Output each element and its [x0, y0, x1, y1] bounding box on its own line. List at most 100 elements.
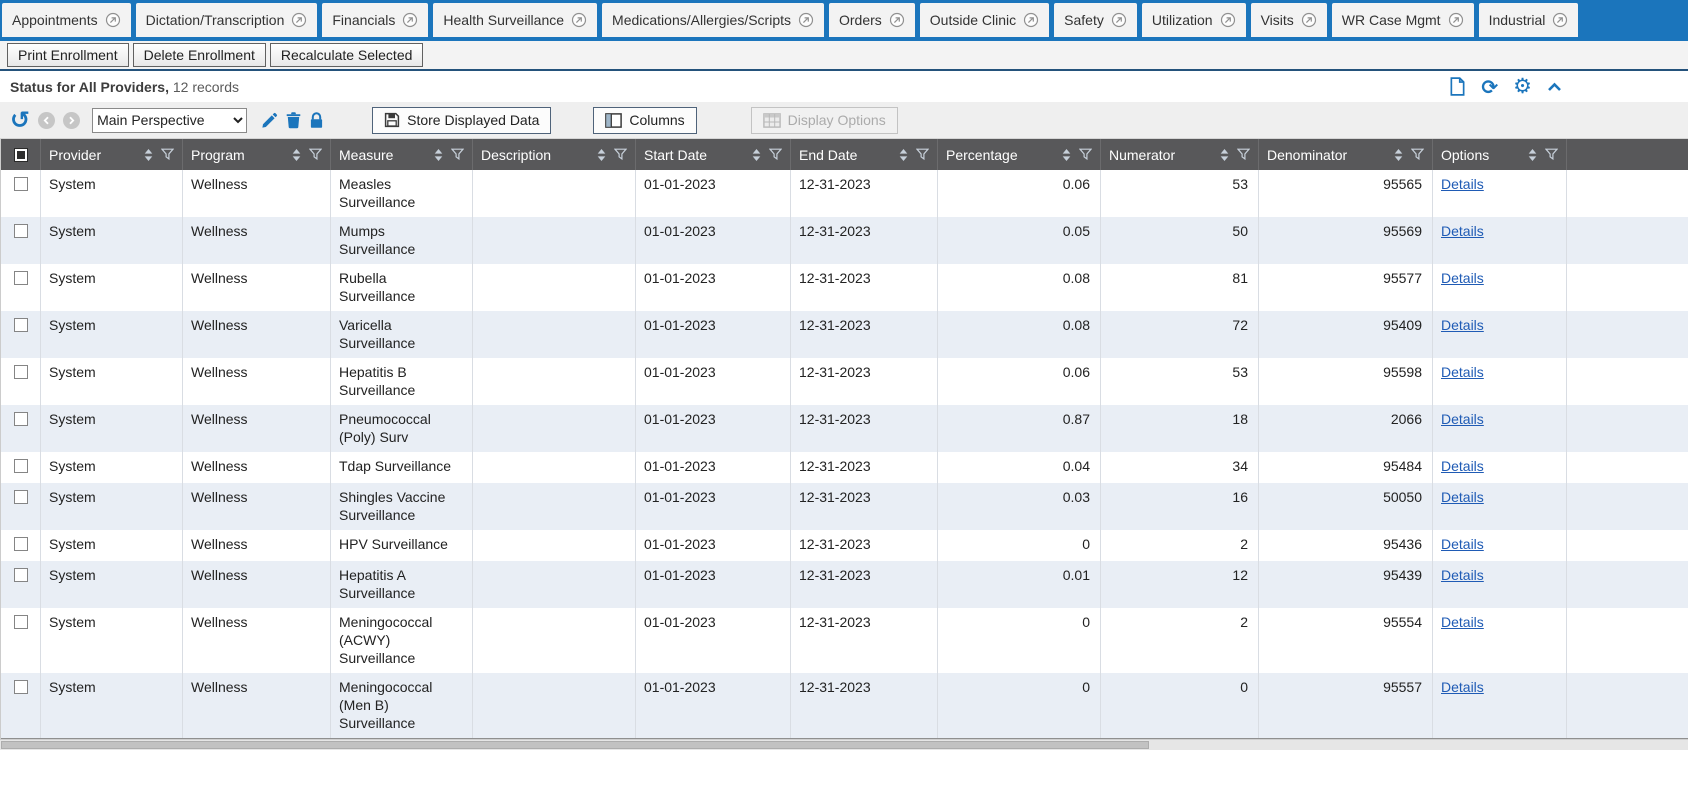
column-header-end_date[interactable]: End Date [791, 139, 938, 170]
new-document-icon[interactable] [1449, 77, 1466, 96]
open-in-new-window-icon[interactable] [1448, 12, 1464, 28]
details-link[interactable]: Details [1441, 176, 1484, 192]
sort-icon[interactable] [1527, 148, 1538, 162]
filter-icon[interactable] [916, 148, 929, 161]
refresh-icon[interactable]: ⟳ [1481, 77, 1498, 97]
filter-icon[interactable] [451, 148, 464, 161]
open-in-new-window-icon[interactable] [1023, 12, 1039, 28]
open-in-new-window-icon[interactable] [1220, 12, 1236, 28]
row-checkbox[interactable] [14, 271, 28, 285]
filter-icon[interactable] [614, 148, 627, 161]
column-header-options[interactable]: Options [1433, 139, 1567, 170]
lock-icon[interactable] [309, 112, 324, 129]
tab-appointments[interactable]: Appointments [2, 3, 131, 37]
row-checkbox[interactable] [14, 680, 28, 694]
tab-health-surveillance[interactable]: Health Surveillance [433, 3, 597, 37]
sort-icon[interactable] [1219, 148, 1230, 162]
column-header-numerator[interactable]: Numerator [1101, 139, 1259, 170]
tab-industrial[interactable]: Industrial [1479, 3, 1579, 37]
tab-financials[interactable]: Financials [322, 3, 428, 37]
delete-enrollment-button[interactable]: Delete Enrollment [133, 43, 266, 67]
details-link[interactable]: Details [1441, 317, 1484, 333]
open-in-new-window-icon[interactable] [1301, 12, 1317, 28]
sort-icon[interactable] [433, 148, 444, 162]
open-in-new-window-icon[interactable] [402, 12, 418, 28]
details-link[interactable]: Details [1441, 536, 1484, 552]
filter-icon[interactable] [309, 148, 322, 161]
print-enrollment-button[interactable]: Print Enrollment [7, 43, 129, 67]
open-in-new-window-icon[interactable] [291, 12, 307, 28]
column-header-percentage[interactable]: Percentage [938, 139, 1101, 170]
row-checkbox[interactable] [14, 224, 28, 238]
tab-visits[interactable]: Visits [1251, 3, 1327, 37]
column-header-start_date[interactable]: Start Date [636, 139, 791, 170]
tab-dictation-transcription[interactable]: Dictation/Transcription [136, 3, 318, 37]
column-header-provider[interactable]: Provider [41, 139, 183, 170]
cell-description [473, 217, 636, 264]
recalculate-selected-button[interactable]: Recalculate Selected [270, 43, 424, 67]
history-back-button[interactable] [38, 112, 55, 129]
edit-pencil-icon[interactable] [261, 112, 278, 129]
tab-medications-allergies-scripts[interactable]: Medications/Allergies/Scripts [602, 3, 824, 37]
column-label: Percentage [946, 147, 1018, 163]
filter-icon[interactable] [1411, 148, 1424, 161]
column-header-measure[interactable]: Measure [331, 139, 473, 170]
filter-icon[interactable] [1079, 148, 1092, 161]
open-in-new-window-icon[interactable] [1552, 12, 1568, 28]
open-in-new-window-icon[interactable] [571, 12, 587, 28]
row-checkbox[interactable] [14, 412, 28, 426]
filter-icon[interactable] [769, 148, 782, 161]
collapse-panel-icon[interactable] [1547, 82, 1562, 92]
undo-icon[interactable]: ↺ [10, 108, 30, 132]
store-displayed-data-button[interactable]: Store Displayed Data [372, 107, 551, 134]
column-header-description[interactable]: Description [473, 139, 636, 170]
sort-icon[interactable] [898, 148, 909, 162]
open-in-new-window-icon[interactable] [798, 12, 814, 28]
tab-orders[interactable]: Orders [829, 3, 915, 37]
horizontal-scrollbar[interactable] [0, 739, 1688, 750]
row-checkbox[interactable] [14, 177, 28, 191]
filter-icon[interactable] [1237, 148, 1250, 161]
sort-icon[interactable] [143, 148, 154, 162]
details-link[interactable]: Details [1441, 489, 1484, 505]
details-link[interactable]: Details [1441, 411, 1484, 427]
row-checkbox[interactable] [14, 537, 28, 551]
sort-icon[interactable] [751, 148, 762, 162]
tab-wr-case-mgmt[interactable]: WR Case Mgmt [1332, 3, 1474, 37]
row-checkbox[interactable] [14, 318, 28, 332]
filter-icon[interactable] [1545, 148, 1558, 161]
row-checkbox[interactable] [14, 490, 28, 504]
open-in-new-window-icon[interactable] [105, 12, 121, 28]
delete-trash-icon[interactable] [286, 112, 301, 129]
sort-icon[interactable] [291, 148, 302, 162]
details-link[interactable]: Details [1441, 458, 1484, 474]
filter-icon[interactable] [161, 148, 174, 161]
tab-outside-clinic[interactable]: Outside Clinic [920, 3, 1049, 37]
open-in-new-window-icon[interactable] [889, 12, 905, 28]
history-forward-button[interactable] [63, 112, 80, 129]
perspective-select[interactable]: Main Perspective [92, 108, 247, 133]
row-checkbox[interactable] [14, 568, 28, 582]
column-header-denominator[interactable]: Denominator [1259, 139, 1433, 170]
row-checkbox[interactable] [14, 365, 28, 379]
tab-safety[interactable]: Safety [1054, 3, 1137, 37]
open-in-new-window-icon[interactable] [1111, 12, 1127, 28]
tab-utilization[interactable]: Utilization [1142, 3, 1246, 37]
sort-icon[interactable] [1393, 148, 1404, 162]
row-checkbox[interactable] [14, 459, 28, 473]
details-link[interactable]: Details [1441, 614, 1484, 630]
settings-gear-icon[interactable]: ⚙ [1513, 76, 1532, 97]
row-checkbox[interactable] [14, 615, 28, 629]
sort-icon[interactable] [596, 148, 607, 162]
details-link[interactable]: Details [1441, 223, 1484, 239]
sort-icon[interactable] [1061, 148, 1072, 162]
scrollbar-thumb[interactable] [1, 741, 1149, 749]
columns-button[interactable]: Columns [593, 107, 696, 134]
select-all-checkbox[interactable] [14, 148, 28, 162]
details-link[interactable]: Details [1441, 270, 1484, 286]
details-link[interactable]: Details [1441, 567, 1484, 583]
details-link[interactable]: Details [1441, 679, 1484, 695]
details-link[interactable]: Details [1441, 364, 1484, 380]
columns-icon [605, 113, 622, 128]
column-header-program[interactable]: Program [183, 139, 331, 170]
